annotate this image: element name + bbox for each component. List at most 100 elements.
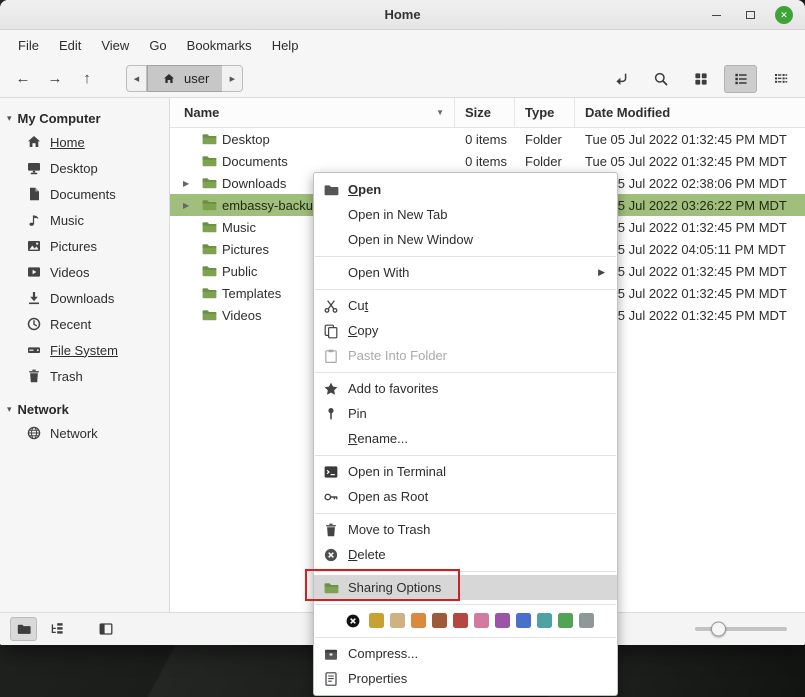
expander-icon[interactable]: ▾ xyxy=(7,404,12,415)
context-menu-item-properties[interactable]: Properties xyxy=(314,666,617,691)
color-swatch-2[interactable] xyxy=(411,613,426,628)
maximize-icon xyxy=(746,11,755,19)
color-swatch-9[interactable] xyxy=(558,613,573,628)
menubar-item-view[interactable]: View xyxy=(91,33,139,58)
minimize-button[interactable] xyxy=(707,6,725,24)
menubar-item-edit[interactable]: Edit xyxy=(49,33,91,58)
places-sidebar-toggle[interactable] xyxy=(10,617,37,641)
sidebar-item-file-system[interactable]: File System xyxy=(0,337,169,363)
sidebar-section-my-computer[interactable]: ▾ My Computer xyxy=(0,108,169,129)
pin-icon xyxy=(323,406,340,422)
breadcrumb-current-button[interactable]: user xyxy=(147,65,222,92)
color-swatch-0[interactable] xyxy=(369,613,384,628)
context-menu-item-sharing-options[interactable]: Sharing Options xyxy=(314,575,617,600)
context-menu-item-open-in-terminal[interactable]: Open in Terminal xyxy=(314,459,617,484)
sidebar-section-label: My Computer xyxy=(18,111,101,126)
sidebar-item-label: Trash xyxy=(50,369,83,384)
edit-location-button[interactable] xyxy=(604,65,637,93)
context-menu-item-open-as-root[interactable]: Open as Root xyxy=(314,484,617,509)
zoom-slider-track[interactable] xyxy=(695,627,787,631)
videos-icon xyxy=(26,264,42,280)
breadcrumb-next-button[interactable]: ▶ xyxy=(222,65,243,92)
grid-view-button[interactable] xyxy=(684,65,717,93)
menu-separator xyxy=(315,256,616,257)
file-row-desktop[interactable]: Desktop0 itemsFolderTue 05 Jul 2022 01:3… xyxy=(170,128,805,150)
menubar-item-go[interactable]: Go xyxy=(139,33,176,58)
forward-button[interactable]: → xyxy=(40,65,70,93)
expander-icon[interactable]: ▶ xyxy=(183,201,196,210)
close-button[interactable]: ✕ xyxy=(775,6,793,24)
zoom-slider-handle[interactable] xyxy=(711,622,726,637)
folder-green-icon xyxy=(201,307,217,323)
color-swatch-1[interactable] xyxy=(390,613,405,628)
context-menu-item-open-in-new-window[interactable]: Open in New Window xyxy=(314,227,617,252)
context-menu-item-copy[interactable]: Copy xyxy=(314,318,617,343)
column-headers: Name ▼ Size Type Date Modified xyxy=(170,98,805,128)
menubar-item-help[interactable]: Help xyxy=(262,33,309,58)
treeview-sidebar-toggle[interactable] xyxy=(43,617,70,641)
column-header-size[interactable]: Size xyxy=(455,98,515,127)
sidebar-item-desktop[interactable]: Desktop xyxy=(0,155,169,181)
hide-sidebar-toggle[interactable] xyxy=(92,617,119,641)
list-view-icon xyxy=(733,71,749,87)
titlebar[interactable]: Home ✕ xyxy=(0,0,805,30)
context-menu-item-paste-into-folder[interactable]: Paste Into Folder xyxy=(314,343,617,368)
sidebar-section-network[interactable]: ▾Network xyxy=(0,399,169,420)
sidebar-item-trash[interactable]: Trash xyxy=(0,363,169,389)
file-size: 0 items xyxy=(455,154,515,169)
context-menu-item-delete[interactable]: Delete xyxy=(314,542,617,567)
folder-green-icon xyxy=(201,153,217,169)
sidebar-item-pictures[interactable]: Pictures xyxy=(0,233,169,259)
menu-separator xyxy=(315,571,616,572)
column-header-name[interactable]: Name ▼ xyxy=(170,98,455,127)
color-swatch-6[interactable] xyxy=(495,613,510,628)
compact-view-button[interactable] xyxy=(764,65,797,93)
context-menu-item-add-to-favorites[interactable]: Add to favorites xyxy=(314,376,617,401)
sidebar-item-downloads[interactable]: Downloads xyxy=(0,285,169,311)
color-swatch-3[interactable] xyxy=(432,613,447,628)
column-header-date-modified[interactable]: Date Modified xyxy=(575,98,805,127)
color-swatch-7[interactable] xyxy=(516,613,531,628)
up-button[interactable]: ↑ xyxy=(72,65,102,93)
sidebar-item-network[interactable]: Network xyxy=(0,420,169,446)
context-menu-item-rename[interactable]: Rename... xyxy=(314,426,617,451)
color-swatch-5[interactable] xyxy=(474,613,489,628)
sidebar-item-label: Recent xyxy=(50,317,91,332)
zoom-slider[interactable] xyxy=(695,613,795,645)
file-row-documents[interactable]: Documents0 itemsFolderTue 05 Jul 2022 01… xyxy=(170,150,805,172)
key-icon xyxy=(323,489,340,505)
column-header-type[interactable]: Type xyxy=(515,98,575,127)
color-swatch-10[interactable] xyxy=(579,613,594,628)
sidebar-item-documents[interactable]: Documents xyxy=(0,181,169,207)
expander-icon[interactable]: ▾ xyxy=(7,113,12,124)
menubar: FileEditViewGoBookmarksHelp xyxy=(0,30,805,60)
back-button[interactable]: ← xyxy=(8,65,38,93)
menubar-item-file[interactable]: File xyxy=(8,33,49,58)
open-folder-icon xyxy=(323,182,340,198)
menubar-item-bookmarks[interactable]: Bookmarks xyxy=(177,33,262,58)
file-name: embassy-backup xyxy=(222,198,320,213)
menu-item-label: Rename... xyxy=(348,431,408,446)
list-view-button[interactable] xyxy=(724,65,757,93)
context-menu-item-cut[interactable]: Cut xyxy=(314,293,617,318)
expander-icon[interactable]: ▶ xyxy=(183,179,196,188)
folder-color-row xyxy=(314,608,617,633)
color-swatch-4[interactable] xyxy=(453,613,468,628)
search-button[interactable] xyxy=(644,65,677,93)
context-menu-item-move-to-trash[interactable]: Move to Trash xyxy=(314,517,617,542)
maximize-button[interactable] xyxy=(741,6,759,24)
file-type: Folder xyxy=(515,154,575,169)
sidebar-item-home[interactable]: Home xyxy=(0,129,169,155)
sidebar-item-label: Desktop xyxy=(50,161,98,176)
context-menu-item-open-in-new-tab[interactable]: Open in New Tab xyxy=(314,202,617,227)
share-icon xyxy=(323,580,340,596)
color-swatch-8[interactable] xyxy=(537,613,552,628)
sidebar-item-recent[interactable]: Recent xyxy=(0,311,169,337)
context-menu-item-pin[interactable]: Pin xyxy=(314,401,617,426)
context-menu-item-compress[interactable]: Compress... xyxy=(314,641,617,666)
sidebar-item-music[interactable]: Music xyxy=(0,207,169,233)
context-menu-item-open[interactable]: Open xyxy=(314,177,617,202)
sidebar-item-videos[interactable]: Videos xyxy=(0,259,169,285)
context-menu-item-open-with[interactable]: Open With▶ xyxy=(314,260,617,285)
breadcrumb-prev-button[interactable]: ◀ xyxy=(126,65,147,92)
